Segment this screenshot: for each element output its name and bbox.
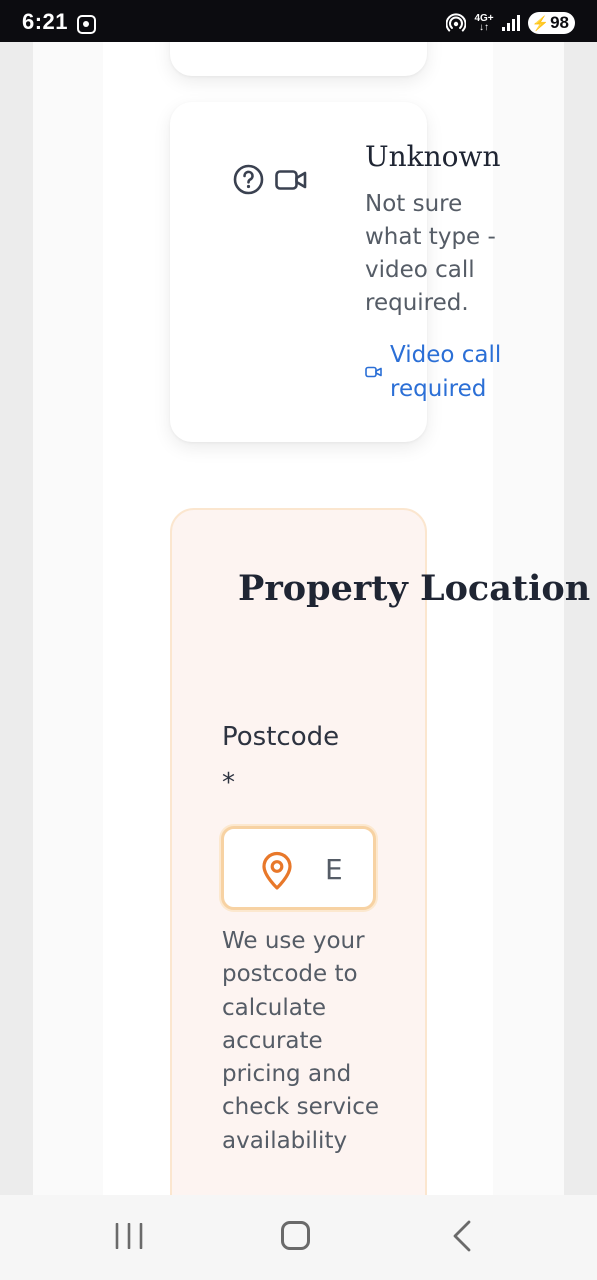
signal-icon [501,15,520,31]
hotspot-icon [445,13,467,33]
service-option-title: Unknown [365,140,501,173]
video-call-required-label[interactable]: Video call required [390,338,530,406]
battery-charging-icon: ⚡ [531,14,550,31]
service-option-card-previous[interactable] [170,42,427,76]
service-option-description: Not sure what type - video call required… [365,191,496,316]
battery-level: 98 [550,13,569,32]
postcode-input[interactable] [325,849,365,889]
postcode-help-text: We use your postcode to calculate accura… [222,928,380,1154]
help-circle-icon [233,164,264,195]
recent-apps-button[interactable] [114,1223,144,1249]
map-pin-icon [262,851,292,890]
property-location-title: Property Location [238,568,591,609]
screenshot-icon [77,15,96,34]
video-call-required-link[interactable]: Video call required [365,338,530,406]
status-bar: 6:21 4G+ ↓↑ ⚡ 98 [0,0,597,42]
postcode-label: Postcode * [222,714,339,806]
network-activity-arrows: ↓↑ [479,22,490,33]
battery-icon: ⚡ 98 [527,12,575,34]
back-button[interactable] [452,1220,472,1252]
home-button[interactable] [281,1221,310,1250]
network-type-icon: 4G+ ↓↑ [474,14,493,33]
postcode-field[interactable] [221,826,376,910]
postcode-label-text: Postcode [222,722,340,752]
required-marker: * [222,768,235,798]
video-camera-icon [275,170,307,190]
status-icons: 4G+ ↓↑ ⚡ 98 [445,11,575,35]
video-camera-small-icon [365,366,382,378]
status-time: 6:21 [22,9,69,34]
page-viewport[interactable]: Unknown Not sure what type - video call … [0,42,597,1195]
navigation-bar [0,1195,597,1280]
